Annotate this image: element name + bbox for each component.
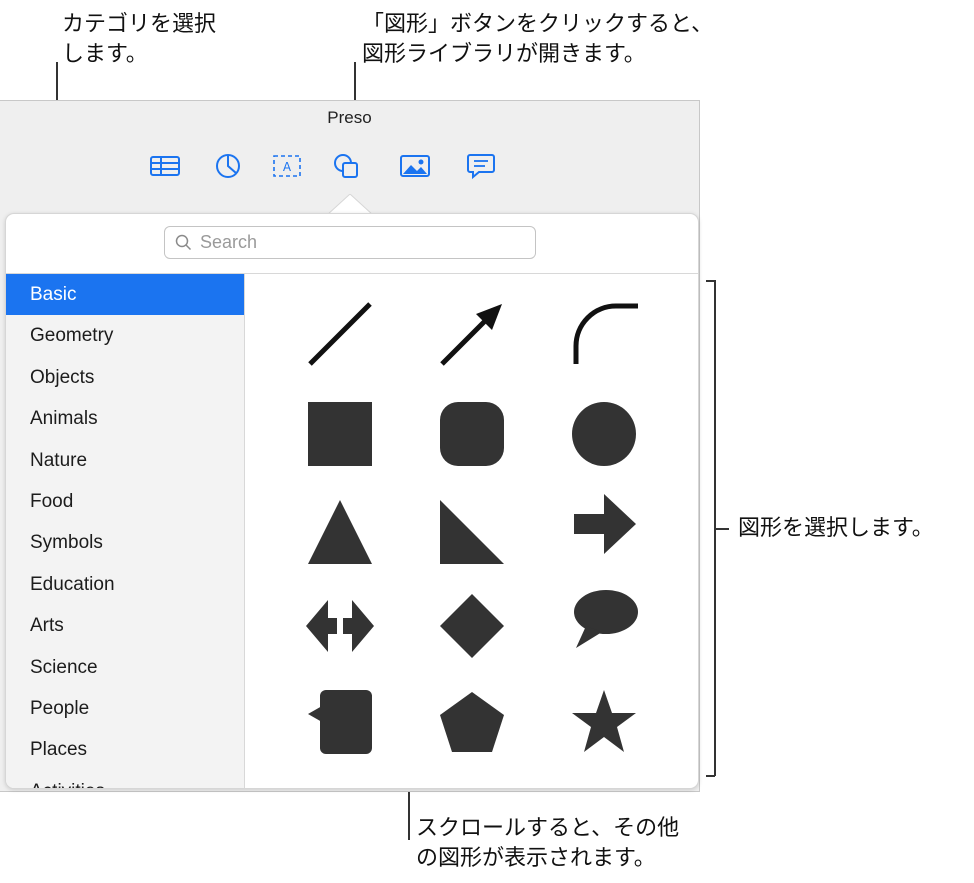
shape-pentagon[interactable] (432, 682, 512, 762)
callout-scroll-line1: スクロールすると、その他 (416, 816, 680, 841)
shape-speech-bubble[interactable] (564, 580, 644, 660)
chart-button[interactable] (211, 151, 245, 181)
text-icon: A (273, 155, 301, 177)
callout-select-category: カテゴリを選択 します。 (62, 10, 216, 70)
chart-icon (216, 154, 240, 178)
category-science[interactable]: Science (6, 647, 244, 688)
category-symbols[interactable]: Symbols (6, 522, 244, 563)
bracket-bottom (706, 775, 715, 777)
text-box-button[interactable]: A (270, 151, 304, 181)
window-title: Preso (327, 108, 372, 127)
shape-line[interactable] (300, 294, 380, 374)
category-geometry[interactable]: Geometry (6, 315, 244, 356)
shape-right-triangle[interactable] (432, 492, 512, 572)
shape-rounded-square[interactable] (432, 394, 512, 474)
shape-curve[interactable] (564, 294, 644, 374)
shape-callout-square[interactable] (300, 682, 380, 762)
svg-text:A: A (283, 160, 292, 174)
shape-grid (245, 274, 698, 788)
category-places[interactable]: Places (6, 729, 244, 770)
callout-select-shape: 図形を選択します。 (738, 514, 934, 544)
callout-scroll: スクロールすると、その他 の図形が表示されます。 (416, 814, 679, 874)
media-icon (400, 155, 430, 177)
category-activities[interactable]: Activities (6, 771, 244, 788)
shape-icon (334, 154, 358, 178)
shape-square[interactable] (300, 394, 380, 474)
bracket-tick (715, 528, 729, 530)
table-button[interactable] (148, 151, 182, 181)
search-field[interactable] (164, 226, 536, 259)
category-animals[interactable]: Animals (6, 398, 244, 439)
category-sidebar: Basic Geometry Objects Animals Nature Fo… (6, 274, 245, 788)
comment-icon (467, 154, 495, 180)
shape-button[interactable] (330, 151, 364, 181)
media-button[interactable] (398, 151, 432, 181)
category-education[interactable]: Education (6, 564, 244, 605)
callout-shapes-button: 「図形」ボタンをクリックすると、 図形ライブラリが開きます。 (362, 10, 713, 70)
callout-select-category-line1: カテゴリを選択 (62, 12, 217, 37)
shape-triangle[interactable] (300, 492, 380, 572)
shape-library-popover: Basic Geometry Objects Animals Nature Fo… (5, 213, 699, 789)
shape-diamond[interactable] (432, 586, 512, 666)
category-arts[interactable]: Arts (6, 605, 244, 646)
table-icon (150, 156, 180, 176)
shape-circle[interactable] (564, 394, 644, 474)
category-nature[interactable]: Nature (6, 440, 244, 481)
category-basic[interactable]: Basic (6, 274, 244, 316)
shape-arrow[interactable] (564, 484, 644, 564)
callout-scroll-line2: の図形が表示されます。 (416, 846, 656, 871)
category-food[interactable]: Food (6, 481, 244, 522)
search-icon (175, 234, 192, 251)
callout-shapes-button-line1: 「図形」ボタンをクリックすると、 (362, 12, 714, 37)
app-window: Preso A Basic Geometry Objects Animals N… (0, 100, 700, 792)
bracket-top (706, 280, 715, 282)
search-input[interactable] (198, 227, 522, 258)
comment-button[interactable] (464, 151, 498, 181)
callout-select-category-line2: します。 (62, 42, 148, 67)
callout-select-shape-text: 図形を選択します。 (738, 516, 934, 541)
category-people[interactable]: People (6, 688, 244, 729)
callout-shapes-button-line2: 図形ライブラリが開きます。 (362, 42, 646, 67)
shape-star[interactable] (564, 682, 644, 762)
category-objects[interactable]: Objects (6, 357, 244, 398)
shape-double-arrow[interactable] (300, 586, 380, 666)
shape-arrow-line[interactable] (432, 294, 512, 374)
